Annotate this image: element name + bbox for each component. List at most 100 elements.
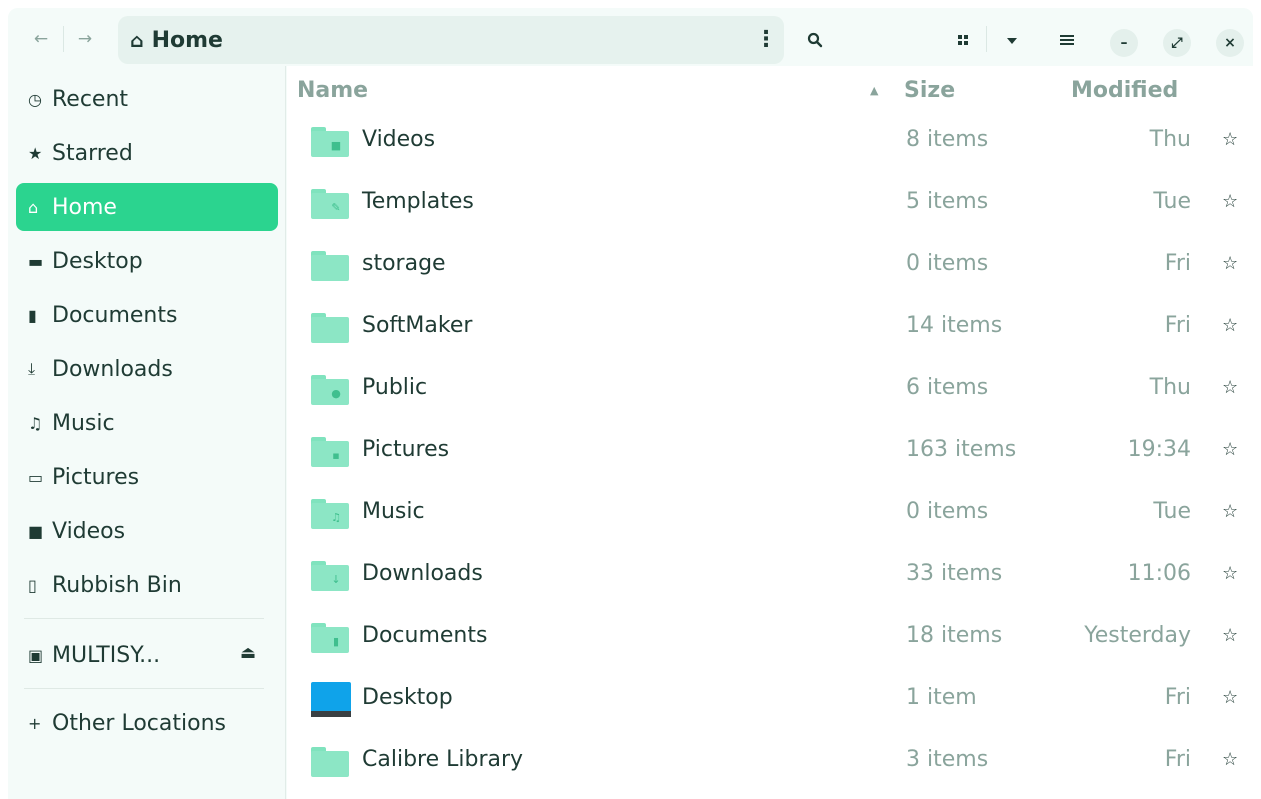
star-toggle-icon[interactable]: ☆ (1222, 377, 1238, 398)
clock-icon: ◷ (28, 89, 42, 109)
star-toggle-icon[interactable]: ☆ (1222, 749, 1238, 770)
file-name: Music (362, 499, 425, 524)
star-toggle-icon[interactable]: ☆ (1222, 563, 1238, 584)
file-size: 33 items (906, 561, 1003, 586)
file-modified: Thu (1149, 127, 1191, 152)
folder-icon (311, 313, 349, 343)
column-header-modified[interactable]: Modified (1071, 78, 1178, 103)
star-toggle-icon[interactable]: ☆ (1222, 191, 1238, 212)
sidebar-item-starred[interactable]: ★ Starred (16, 129, 278, 177)
header-bar: ← → ⌂ Home ⋮ – ⤢ × (8, 8, 1253, 66)
sidebar-item-downloads[interactable]: ⤓ Downloads (16, 345, 278, 393)
minimize-button[interactable]: – (1110, 29, 1138, 57)
star-toggle-icon[interactable]: ☆ (1222, 687, 1238, 708)
file-name: Templates (362, 189, 474, 214)
column-header-name[interactable]: Name (297, 78, 368, 103)
sidebar-item-pictures[interactable]: ▭ Pictures (16, 453, 278, 501)
path-bar[interactable]: ⌂ Home ⋮ (118, 16, 784, 64)
file-row[interactable]: ▮ Documents 18 items Yesterday ☆ (287, 607, 1253, 669)
drive-icon: ▣ (28, 645, 44, 665)
view-options-dropdown[interactable] (997, 25, 1027, 55)
path-menu-button[interactable]: ⋮ (754, 26, 778, 54)
sidebar-item-label: Videos (52, 518, 126, 544)
sidebar-item-label: Documents (52, 302, 178, 328)
file-row[interactable]: ■ Videos 8 items Thu ☆ (287, 111, 1253, 173)
file-row[interactable]: storage 0 items Fri ☆ (287, 235, 1253, 297)
sidebar-item-label: Music (52, 410, 115, 436)
file-row[interactable]: ● Public 6 items Thu ☆ (287, 359, 1253, 421)
back-button[interactable]: ← (26, 24, 56, 54)
star-toggle-icon[interactable]: ☆ (1222, 625, 1238, 646)
star-toggle-icon[interactable]: ☆ (1222, 129, 1238, 150)
file-modified: Tue (1153, 499, 1191, 524)
sidebar-item-music[interactable]: ♫ Music (16, 399, 278, 447)
view-grid-button[interactable] (948, 25, 978, 55)
file-name: Downloads (362, 561, 483, 586)
plus-icon: + (28, 713, 42, 733)
star-toggle-icon[interactable]: ☆ (1222, 315, 1238, 336)
star-toggle-icon[interactable]: ☆ (1222, 439, 1238, 460)
document-icon: ▮ (28, 305, 37, 325)
sidebar-item-label: MULTISY... (52, 642, 161, 668)
star-toggle-icon[interactable]: ☆ (1222, 253, 1238, 274)
file-name: storage (362, 251, 446, 276)
sidebar-item-videos[interactable]: ■ Videos (16, 507, 278, 555)
file-name: Videos (362, 127, 436, 152)
file-modified: Fri (1164, 313, 1191, 338)
file-modified: Tue (1153, 189, 1191, 214)
sidebar-item-drive[interactable]: ▣ MULTISY... ⏏ (16, 631, 278, 679)
sidebar-separator (24, 688, 264, 689)
file-row[interactable]: SoftMaker 14 items Fri ☆ (287, 297, 1253, 359)
file-size: 163 items (906, 437, 1017, 462)
folder-emblem-icon: ● (331, 387, 341, 400)
folder-emblem-icon (329, 759, 343, 773)
file-row[interactable]: Calibre Library 3 items Fri ☆ (287, 731, 1253, 793)
breadcrumb[interactable]: ⌂ Home (130, 28, 223, 53)
sidebar-item-home[interactable]: ⌂ Home (16, 183, 278, 231)
sidebar-item-label: Rubbish Bin (52, 572, 182, 598)
file-list: Name ▲ Size Modified ■ Videos 8 items Thu ☆ ✎… (287, 66, 1253, 799)
folder-emblem-icon (329, 263, 343, 277)
search-button[interactable] (800, 25, 830, 55)
search-icon (807, 32, 823, 48)
file-name: Calibre Library (362, 747, 524, 772)
file-size: 3 items (906, 747, 989, 772)
file-modified: Fri (1164, 685, 1191, 710)
file-row[interactable]: Desktop 1 item Fri ☆ (287, 669, 1253, 731)
eject-icon[interactable]: ⏏ (240, 643, 256, 663)
file-manager-window: ← → ⌂ Home ⋮ – ⤢ × ◷ Recent ★ Starred ⌂ … (8, 8, 1253, 799)
file-size: 1 item (906, 685, 977, 710)
sidebar: ◷ Recent ★ Starred ⌂ Home ▬ Desktop ▮ Do… (8, 66, 286, 799)
star-toggle-icon[interactable]: ☆ (1222, 501, 1238, 522)
main-menu-button[interactable] (1052, 25, 1082, 55)
file-row[interactable]: ✎ Templates 5 items Tue ☆ (287, 173, 1253, 235)
folder-emblem-icon: ↓ (331, 573, 341, 586)
file-modified: 19:34 (1127, 437, 1191, 462)
folder-icon: ✎ (311, 189, 349, 219)
sidebar-item-desktop[interactable]: ▬ Desktop (16, 237, 278, 285)
sidebar-separator (24, 618, 264, 619)
sidebar-item-rubbish-bin[interactable]: ▯ Rubbish Bin (16, 561, 278, 609)
file-modified: Fri (1164, 251, 1191, 276)
folder-emblem-icon: ▪ (332, 449, 340, 462)
folder-emblem-icon: ▮ (332, 635, 340, 648)
column-header-size[interactable]: Size (904, 78, 955, 103)
home-icon: ⌂ (130, 29, 144, 52)
file-row[interactable]: ↓ Downloads 33 items 11:06 ☆ (287, 545, 1253, 607)
file-modified: Yesterday (1084, 623, 1191, 648)
sidebar-item-recent[interactable]: ◷ Recent (16, 75, 278, 123)
sidebar-item-other-locations[interactable]: + Other Locations (16, 699, 278, 747)
file-modified: 11:06 (1127, 561, 1191, 586)
file-size: 0 items (906, 499, 989, 524)
sidebar-item-documents[interactable]: ▮ Documents (16, 291, 278, 339)
close-button[interactable]: × (1216, 29, 1244, 57)
file-row[interactable]: ♫ Music 0 items Tue ☆ (287, 483, 1253, 545)
file-row[interactable]: ▪ Pictures 163 items 19:34 ☆ (287, 421, 1253, 483)
sort-ascending-icon: ▲ (870, 84, 879, 97)
chevron-down-icon (1007, 38, 1017, 44)
forward-button[interactable]: → (70, 24, 100, 54)
folder-icon: ■ (311, 127, 349, 157)
sidebar-item-label: Downloads (52, 356, 173, 382)
maximize-button[interactable]: ⤢ (1163, 29, 1191, 57)
grid-icon (958, 35, 968, 45)
